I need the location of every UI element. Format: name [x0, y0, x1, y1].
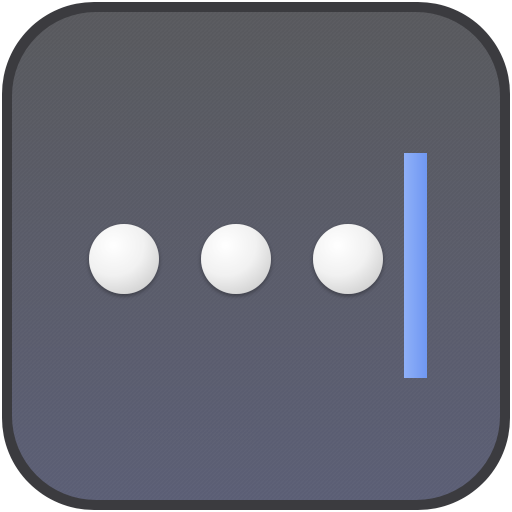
text-cursor: [404, 153, 427, 378]
masked-character-dot: [313, 224, 383, 294]
masked-characters: [89, 224, 383, 294]
icon-stage: [0, 0, 512, 512]
masked-character-dot: [89, 224, 159, 294]
masked-character-dot: [201, 224, 271, 294]
password-field-icon: [2, 2, 510, 510]
